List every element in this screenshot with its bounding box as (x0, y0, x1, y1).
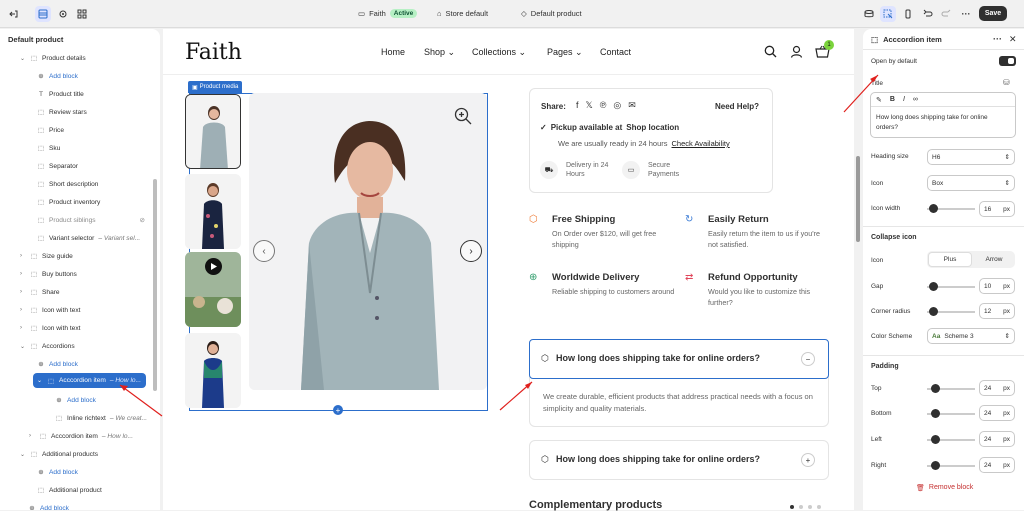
annotation-arrow (119, 384, 163, 417)
annotation-arrows (119, 74, 879, 417)
arrowhead (870, 75, 878, 82)
